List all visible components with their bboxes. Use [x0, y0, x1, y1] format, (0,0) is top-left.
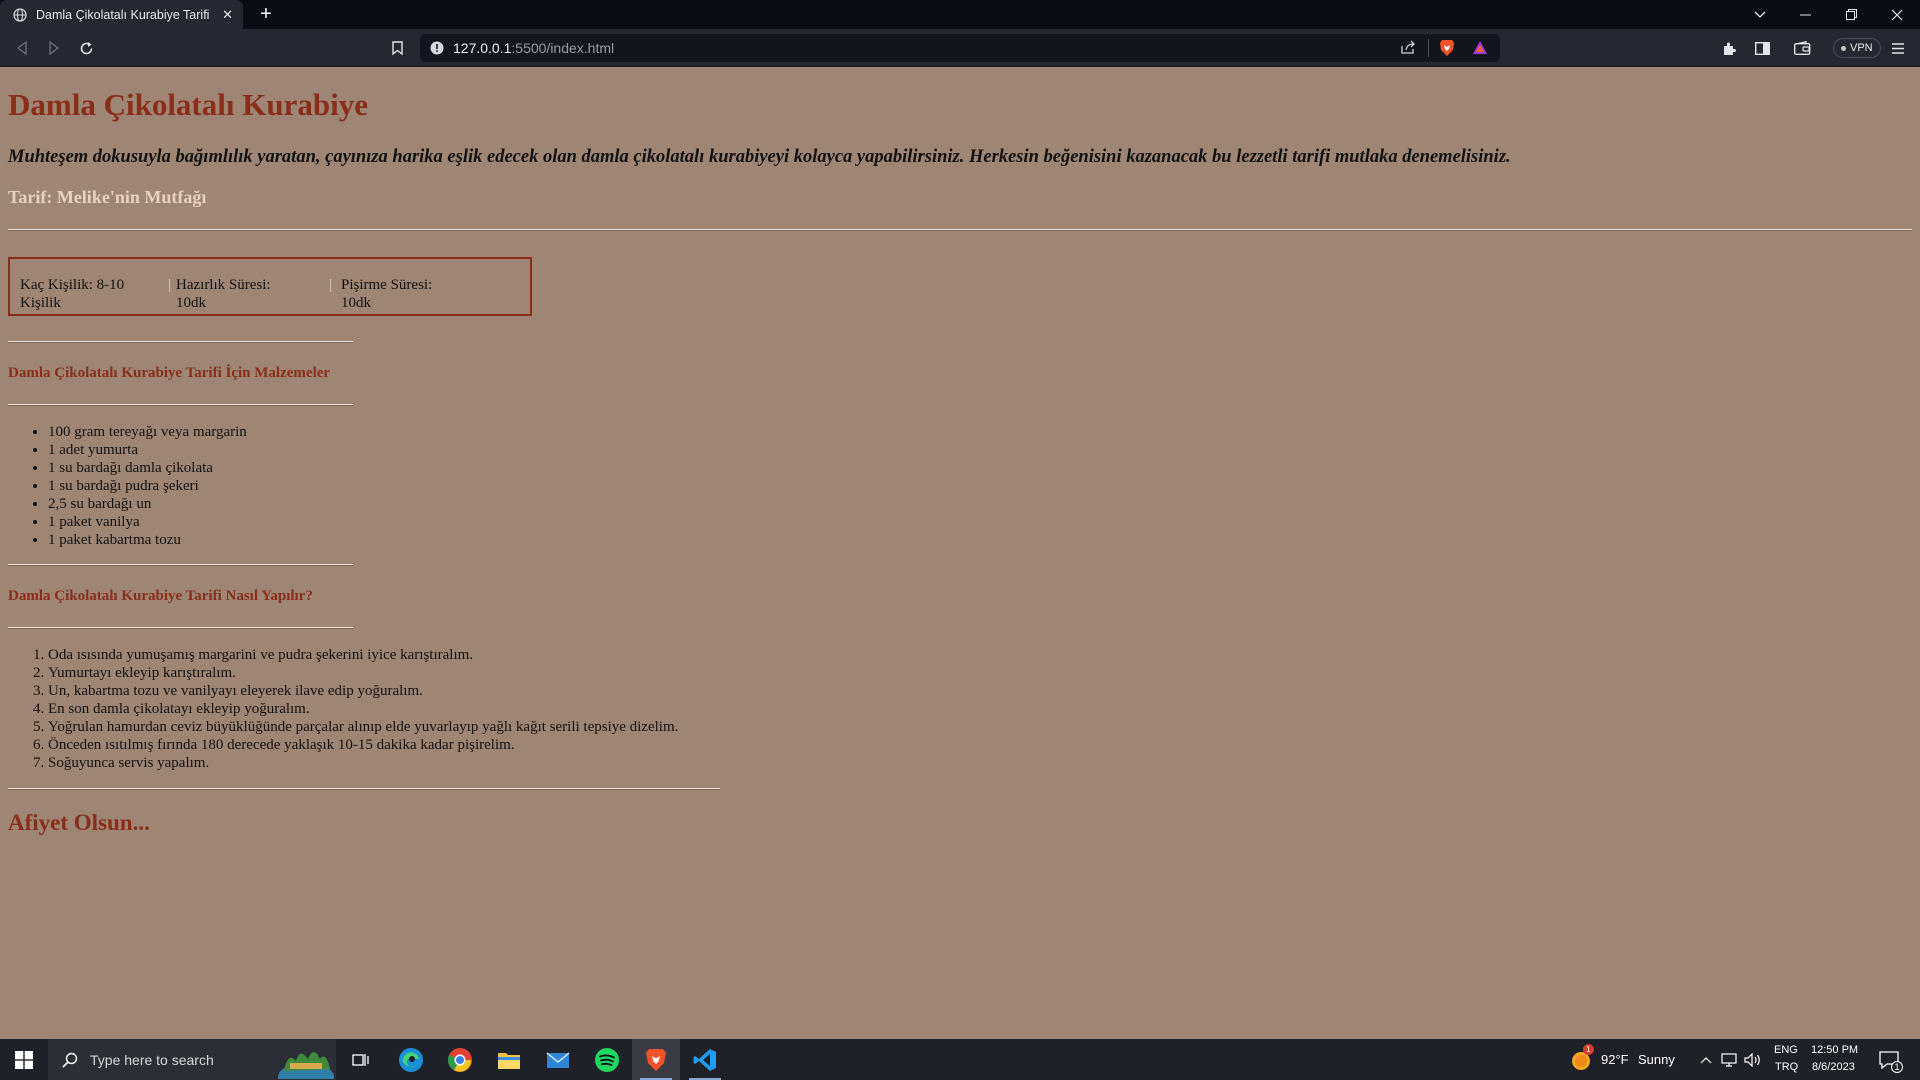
step-item: Yoğrulan hamurdan ceviz büyüklüğünde par… — [48, 718, 678, 736]
sidebar-icon[interactable] — [1751, 37, 1773, 59]
address-bar[interactable]: 127.0.0.1:5500/index.html — [420, 34, 1500, 62]
divider — [8, 341, 353, 343]
info-separator — [330, 279, 331, 292]
divider — [8, 404, 353, 406]
clock-time[interactable]: 12:50 PM — [1811, 1044, 1858, 1056]
windows-start-icon[interactable] — [0, 1039, 48, 1080]
edge-icon[interactable] — [393, 1039, 429, 1080]
vpn-label: VPN — [1850, 42, 1873, 54]
recipe-author: Tarif: Melike'nin Mutfağı — [8, 187, 207, 207]
wallet-icon[interactable] — [1791, 37, 1813, 59]
vpn-status-dot — [1841, 45, 1846, 51]
language-code[interactable]: ENG — [1774, 1044, 1798, 1056]
file-explorer-icon[interactable] — [491, 1039, 527, 1080]
extensions-icon[interactable] — [1718, 37, 1740, 59]
recipe-intro: Muhteşem dokusuyla bağımlılık yaratan, ç… — [8, 147, 1511, 167]
weather-description[interactable]: Sunny — [1638, 1052, 1675, 1067]
globe-icon — [13, 7, 27, 22]
volume-icon[interactable] — [1743, 1039, 1763, 1080]
url-host: 127.0.0.1 — [453, 40, 512, 56]
prep-time-info: Hazırlık Süresi: 10dk — [176, 277, 271, 311]
notification-count: 1 — [1891, 1061, 1903, 1073]
network-icon[interactable] — [1720, 1039, 1740, 1080]
brave-shields-icon[interactable] — [1439, 39, 1455, 62]
browser-toolbar: 127.0.0.1:5500/index.html VPN — [0, 29, 1920, 67]
brave-taskbar-icon[interactable] — [632, 1039, 680, 1080]
taskbar: Type here to search 1 92°F Sunny ENG TRQ… — [0, 1039, 1920, 1080]
search-icon — [62, 1052, 78, 1068]
servings-info: Kaç Kişilik: 8-10 Kişilik — [20, 277, 125, 311]
weather-alert-badge: 1 — [1583, 1044, 1594, 1055]
search-highlight-image — [278, 1041, 334, 1080]
new-tab-button[interactable]: + — [255, 3, 277, 25]
restore-icon[interactable] — [1831, 0, 1871, 29]
ingredients-heading: Damla Çikolatalı Kurabiye Tarifi İçin Ma… — [8, 365, 331, 381]
close-tab-icon[interactable]: ✕ — [222, 7, 233, 23]
weather-temperature[interactable]: 92°F — [1601, 1052, 1629, 1067]
step-item: Önceden ısıtılmış fırında 180 derecede y… — [48, 736, 678, 754]
keyboard-layout[interactable]: TRQ — [1775, 1061, 1798, 1073]
recipe-title: Damla Çikolatalı Kurabiye — [8, 87, 368, 122]
notification-icon[interactable] — [1876, 1039, 1902, 1080]
share-icon[interactable] — [1400, 40, 1416, 60]
ingredient-item: 100 gram tereyağı veya margarin — [48, 423, 247, 441]
vpn-button[interactable]: VPN — [1833, 38, 1881, 58]
mail-icon[interactable] — [540, 1039, 576, 1080]
spotify-icon[interactable] — [589, 1039, 625, 1080]
search-placeholder: Type here to search — [90, 1051, 214, 1068]
info-separator — [169, 279, 170, 292]
chrome-icon[interactable] — [442, 1039, 478, 1080]
tab-search-icon[interactable] — [1740, 0, 1780, 29]
step-item: En son damla çikolatayı ekleyip yoğuralı… — [48, 700, 678, 718]
back-icon[interactable] — [11, 37, 33, 59]
reload-icon[interactable] — [75, 37, 97, 59]
steps-heading: Damla Çikolatalı Kurabiye Tarifi Nasıl Y… — [8, 588, 313, 604]
active-tab[interactable]: Damla Çikolatalı Kurabiye Tarifi ✕ — [0, 0, 243, 29]
task-view-icon[interactable] — [346, 1039, 374, 1080]
cook-time-info: Pişirme Süresi: 10dk — [341, 277, 433, 311]
clock-date[interactable]: 8/6/2023 — [1812, 1061, 1855, 1073]
bookmark-icon[interactable] — [386, 37, 408, 59]
divider — [8, 788, 720, 790]
divider — [8, 229, 1912, 231]
forward-icon[interactable] — [43, 37, 65, 59]
ingredient-item: 2,5 su bardağı un — [48, 495, 247, 513]
ingredient-item: 1 paket vanilya — [48, 513, 247, 531]
step-item: Oda ısısında yumuşamış margarini ve pudr… — [48, 646, 678, 664]
tab-bar: Damla Çikolatalı Kurabiye Tarifi ✕ + — [0, 0, 1920, 29]
closing-message: Afiyet Olsun... — [8, 810, 150, 835]
ingredient-item: 1 adet yumurta — [48, 441, 247, 459]
site-info-icon[interactable] — [430, 41, 444, 60]
ingredients-list: 100 gram tereyağı veya margarin 1 adet y… — [48, 423, 247, 549]
step-item: Yumurtayı ekleyip karıştıralım. — [48, 664, 678, 682]
divider — [8, 627, 353, 629]
url-divider — [1428, 39, 1429, 57]
page-content: Damla Çikolatalı Kurabiye Muhteşem dokus… — [0, 67, 1920, 1039]
chevron-up-icon[interactable] — [1698, 1039, 1714, 1080]
minimize-icon[interactable] — [1785, 0, 1825, 29]
taskbar-search[interactable]: Type here to search — [48, 1039, 336, 1080]
step-item: Un, kabartma tozu ve vanilyayı eleyerek … — [48, 682, 678, 700]
step-item: Soğuyunca servis yapalım. — [48, 754, 678, 772]
brave-rewards-icon[interactable] — [1472, 40, 1488, 60]
vscode-icon[interactable] — [681, 1039, 729, 1080]
menu-icon[interactable] — [1887, 37, 1909, 59]
recipe-info-box: Kaç Kişilik: 8-10 Kişilik Hazırlık Süres… — [8, 257, 532, 316]
steps-list: Oda ısısında yumuşamış margarini ve pudr… — [48, 646, 678, 772]
tab-title: Damla Çikolatalı Kurabiye Tarifi — [36, 7, 210, 22]
close-window-icon[interactable] — [1877, 0, 1917, 29]
ingredient-item: 1 su bardağı damla çikolata — [48, 459, 247, 477]
ingredient-item: 1 su bardağı pudra şekeri — [48, 477, 247, 495]
divider — [8, 564, 353, 566]
ingredient-item: 1 paket kabartma tozu — [48, 531, 247, 549]
url-path: :5500/index.html — [511, 40, 615, 56]
